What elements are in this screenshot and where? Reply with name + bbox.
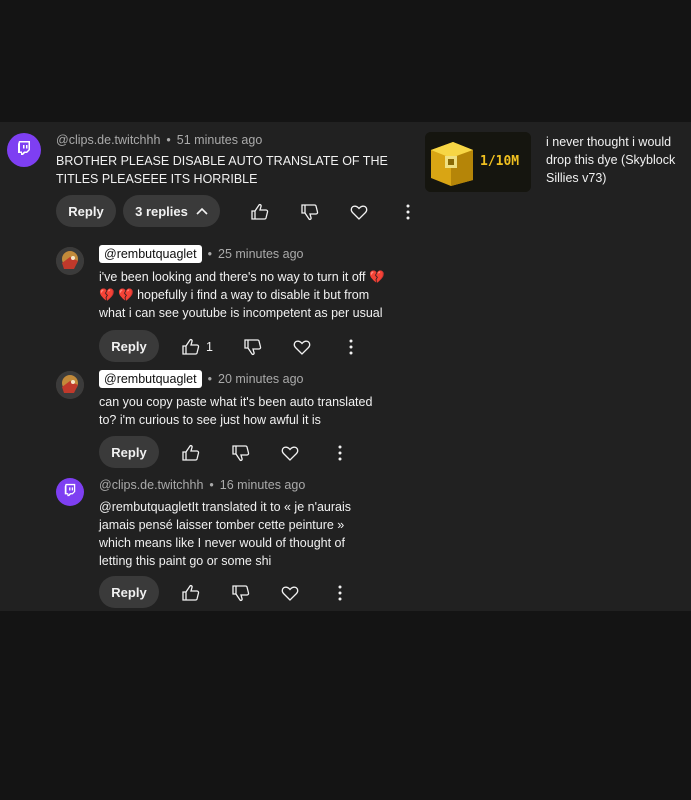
heart-icon[interactable] bbox=[280, 583, 300, 603]
thumbs-down-icon[interactable] bbox=[243, 337, 263, 357]
more-vert-icon[interactable] bbox=[398, 202, 418, 222]
reply-author[interactable]: @rembutquaglet bbox=[99, 370, 202, 388]
reply-line: jamais pensé laisser tomber cette peintu… bbox=[99, 518, 345, 532]
replies-toggle-button[interactable]: 3 replies bbox=[123, 195, 220, 227]
replies-count: 3 replies bbox=[135, 203, 188, 219]
twitch-logo-icon bbox=[63, 483, 77, 502]
video-title[interactable]: i never thought i would drop this dye (S… bbox=[546, 133, 691, 187]
reply-line: letting this paint go or some shi bbox=[99, 554, 272, 568]
more-vert-icon[interactable] bbox=[330, 583, 350, 603]
video-thumbnail[interactable]: 1/10M bbox=[425, 132, 531, 192]
comment-text: BROTHER PLEASE DISABLE AUTO TRANSLATE OF… bbox=[56, 154, 388, 186]
reply-time[interactable]: 16 minutes ago bbox=[220, 478, 305, 492]
reply-meta: @rembutquaglet • 20 minutes ago bbox=[99, 370, 303, 388]
reply-text: @rembutquagletIt translated it to « je n… bbox=[99, 498, 399, 570]
reply-meta: @clips.de.twitchhh • 16 minutes ago bbox=[99, 478, 306, 492]
reply-button[interactable]: Reply bbox=[99, 330, 159, 362]
more-vert-icon[interactable] bbox=[330, 443, 350, 463]
reply-line: to? i'm curious to see just how awful it… bbox=[99, 413, 321, 427]
reply-line: i've been looking and there's no way to … bbox=[99, 270, 385, 284]
reply-text: can you copy paste what it's been auto t… bbox=[99, 393, 399, 429]
like-count: 1 bbox=[206, 340, 213, 354]
more-vert-icon[interactable] bbox=[341, 337, 361, 357]
comment-time[interactable]: 51 minutes ago bbox=[177, 133, 262, 147]
avatar[interactable] bbox=[56, 247, 84, 275]
thumbs-down-icon[interactable] bbox=[300, 202, 320, 222]
comment-author[interactable]: @clips.de.twitchhh bbox=[56, 133, 160, 147]
twitch-logo-icon bbox=[16, 140, 32, 161]
avatar[interactable] bbox=[56, 478, 84, 506]
heart-icon[interactable] bbox=[349, 202, 369, 222]
reply-button[interactable]: Reply bbox=[56, 195, 116, 227]
thumbs-up-icon[interactable] bbox=[181, 583, 201, 603]
thumbs-up-icon[interactable] bbox=[181, 443, 201, 463]
thumbs-down-icon[interactable] bbox=[231, 583, 251, 603]
reply-line: which means like I never would of though… bbox=[99, 536, 345, 550]
reply-author[interactable]: @clips.de.twitchhh bbox=[99, 478, 203, 492]
thumbnail-text: 1/10M bbox=[480, 154, 520, 169]
reply-button[interactable]: Reply bbox=[99, 436, 159, 468]
reply-line: can you copy paste what it's been auto t… bbox=[99, 395, 373, 409]
chevron-up-icon bbox=[196, 207, 208, 215]
reply-line: 💔 💔 hopefully i find a way to disable it… bbox=[99, 288, 370, 302]
thumbs-up-icon[interactable] bbox=[250, 202, 270, 222]
reply-text: i've been looking and there's no way to … bbox=[99, 268, 399, 322]
reply-time[interactable]: 20 minutes ago bbox=[218, 372, 303, 386]
thumbs-down-icon[interactable] bbox=[231, 443, 251, 463]
reply-line: what i can see youtube is incompetent as… bbox=[99, 306, 383, 320]
reply-meta: @rembutquaglet • 25 minutes ago bbox=[99, 245, 303, 263]
reply-button[interactable]: Reply bbox=[99, 576, 159, 608]
avatar[interactable] bbox=[7, 133, 41, 167]
avatar[interactable] bbox=[56, 371, 84, 399]
heart-icon[interactable] bbox=[280, 443, 300, 463]
reply-author[interactable]: @rembutquaglet bbox=[99, 245, 202, 263]
reply-line: @rembutquagletIt translated it to « je n… bbox=[99, 500, 352, 514]
reply-time[interactable]: 25 minutes ago bbox=[218, 247, 303, 261]
comment-meta: @clips.de.twitchhh • 51 minutes ago bbox=[56, 133, 263, 147]
heart-icon[interactable] bbox=[292, 337, 312, 357]
thumbs-up-icon[interactable] bbox=[181, 337, 201, 357]
